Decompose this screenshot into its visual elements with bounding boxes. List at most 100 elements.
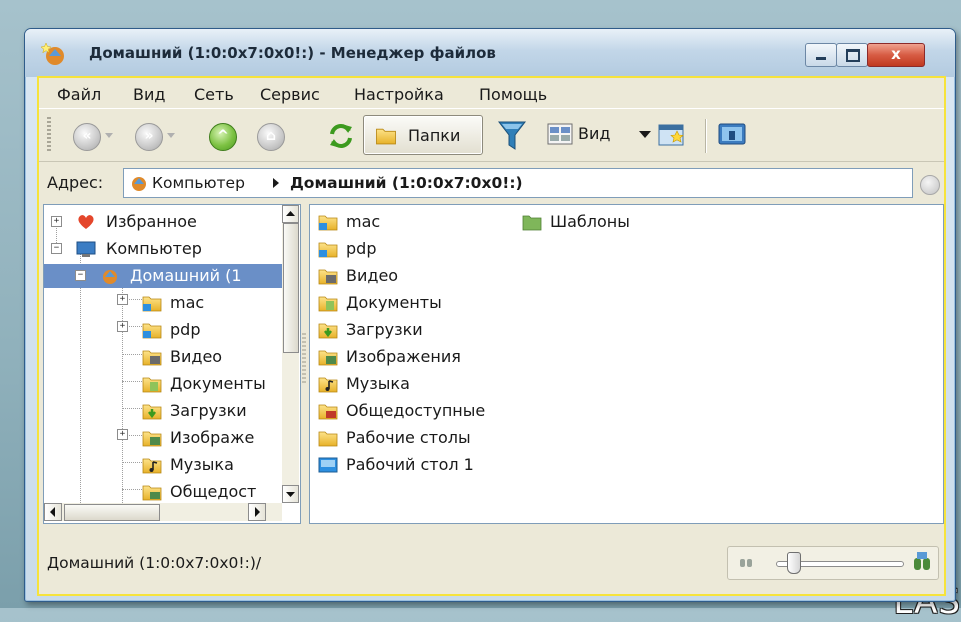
chevron-up-icon <box>286 211 295 216</box>
scroll-down-button[interactable] <box>282 485 299 503</box>
scroll-up-button[interactable] <box>282 205 299 223</box>
pane-splitter[interactable] <box>302 333 306 383</box>
linked-folder-icon <box>142 321 162 339</box>
scroll-thumb[interactable] <box>283 223 299 353</box>
video-folder-icon <box>142 348 162 366</box>
breadcrumb-computer[interactable]: Компьютер <box>152 174 245 192</box>
title-bar[interactable]: Домашний (1:0:0x7:0x0!:) - Менеджер файл… <box>25 29 955 77</box>
music-folder-icon <box>142 456 162 474</box>
menu-bar: Файл Вид Сеть Сервис Настройка Помощь <box>39 78 944 106</box>
tree-item-pictures[interactable]: + Изображе <box>44 426 282 450</box>
back-icon[interactable]: « <box>73 123 101 151</box>
menu-file[interactable]: Файл <box>57 85 101 104</box>
expand-icon[interactable]: + <box>117 429 128 440</box>
home-folder-icon <box>103 270 117 284</box>
home-icon[interactable]: ⌂ <box>257 123 285 151</box>
zoom-in-icon[interactable] <box>912 550 932 574</box>
desktop-link-icon <box>318 457 338 473</box>
go-button[interactable] <box>920 175 940 195</box>
filter-icon[interactable] <box>497 119 527 153</box>
tree-item-downloads[interactable]: Загрузки <box>44 399 282 423</box>
terminal-icon[interactable] <box>717 121 747 149</box>
folders-label: Папки <box>408 126 461 145</box>
video-folder-icon <box>318 267 338 285</box>
view-mode-dropdown[interactable] <box>639 131 651 138</box>
window-title: Домашний (1:0:0x7:0x0!:) - Менеджер файл… <box>89 44 496 62</box>
close-button[interactable]: x <box>867 43 925 67</box>
menu-help[interactable]: Помощь <box>479 85 547 104</box>
heart-icon <box>78 215 94 229</box>
new-window-icon[interactable] <box>657 122 687 148</box>
app-icon <box>41 42 64 65</box>
tree-horizontal-scrollbar[interactable] <box>44 503 282 521</box>
horizontal-scroll-thumb[interactable] <box>64 504 160 521</box>
file-manager-window: Домашний (1:0:0x7:0x0!:) - Менеджер файл… <box>24 28 956 602</box>
documents-folder-icon <box>318 294 338 312</box>
music-folder-icon <box>318 375 338 393</box>
menu-settings[interactable]: Настройка <box>354 85 444 104</box>
home-folder-icon <box>132 177 146 191</box>
tree-vertical-scrollbar[interactable] <box>282 205 299 503</box>
status-path: Домашний (1:0:0x7:0x0!:)/ <box>47 554 262 572</box>
refresh-icon[interactable] <box>327 122 355 150</box>
forward-icon[interactable]: » <box>135 123 163 151</box>
tree-item-music[interactable]: Музыка <box>44 453 282 477</box>
documents-folder-icon <box>142 375 162 393</box>
breadcrumb-separator-icon <box>273 178 279 188</box>
menu-view[interactable]: Вид <box>133 85 165 104</box>
tree-item-documents[interactable]: Документы <box>44 372 282 396</box>
menu-tools[interactable]: Сервис <box>260 85 320 104</box>
folders-toggle-button[interactable]: Папки <box>363 115 483 155</box>
breadcrumb-current[interactable]: Домашний (1:0:0x7:0x0!:) <box>290 174 523 192</box>
view-icon[interactable] <box>547 123 573 145</box>
expand-icon[interactable]: + <box>117 321 128 332</box>
minimize-button[interactable] <box>805 43 837 67</box>
file-list-pane[interactable]: mac pdp Видео Документы Загрузки Изображ… <box>309 204 944 524</box>
chevron-down-icon <box>286 492 295 497</box>
tree-item-home-selected[interactable]: − Домашний (1 <box>44 264 282 288</box>
back-history-dropdown[interactable] <box>105 133 113 138</box>
toolbar-separator <box>705 119 706 153</box>
downloads-folder-icon <box>318 321 338 339</box>
pictures-folder-icon <box>318 348 338 366</box>
collapse-icon[interactable]: − <box>51 243 62 254</box>
linked-folder-icon <box>318 240 338 258</box>
zoom-out-icon[interactable] <box>738 554 754 570</box>
address-input[interactable]: Компьютер Домашний (1:0:0x7:0x0!:) <box>123 168 913 198</box>
toolbar-grip[interactable] <box>47 117 51 153</box>
linked-folder-icon <box>318 213 338 231</box>
linked-folder-icon <box>142 294 162 312</box>
chevron-left-icon <box>50 507 55 517</box>
tree-item-mac[interactable]: + mac <box>44 291 282 315</box>
forward-history-dropdown[interactable] <box>167 133 175 138</box>
folder-icon <box>318 429 338 447</box>
window-client-area: Файл Вид Сеть Сервис Настройка Помощь « … <box>37 76 946 596</box>
close-icon: x <box>891 45 901 63</box>
templates-folder-icon <box>522 215 542 231</box>
zoom-slider-thumb[interactable] <box>787 552 802 574</box>
up-icon[interactable]: ^ <box>209 123 237 151</box>
zoom-control <box>727 546 939 580</box>
chevron-right-icon <box>255 507 260 517</box>
toolbar: « » ^ ⌂ Папки Вид <box>39 108 944 162</box>
tree-item-computer[interactable]: − Компьютер <box>44 237 282 261</box>
tree-item-video[interactable]: Видео <box>44 345 282 369</box>
folder-tree: + Избранное − Компьютер − Домашний (1 + … <box>43 204 301 524</box>
status-bar: Домашний (1:0:0x7:0x0!:)/ <box>39 536 944 590</box>
expand-icon[interactable]: + <box>117 294 128 305</box>
folder-icon <box>374 126 398 145</box>
downloads-folder-icon <box>142 402 162 420</box>
pictures-folder-icon <box>142 429 162 447</box>
menu-network[interactable]: Сеть <box>194 85 234 104</box>
tree-item-favorites[interactable]: + Избранное <box>44 210 282 234</box>
tree-item-pdp[interactable]: + pdp <box>44 318 282 342</box>
maximize-button[interactable] <box>836 43 868 67</box>
tree-item-public[interactable]: Общедост <box>44 480 282 503</box>
view-mode-label[interactable]: Вид <box>578 124 610 143</box>
expand-icon[interactable]: + <box>51 216 62 227</box>
scroll-left-button[interactable] <box>44 503 62 521</box>
public-folder-icon <box>142 483 162 501</box>
collapse-icon[interactable]: − <box>75 270 86 281</box>
address-label: Адрес: <box>47 173 104 192</box>
scroll-right-button[interactable] <box>248 503 266 521</box>
